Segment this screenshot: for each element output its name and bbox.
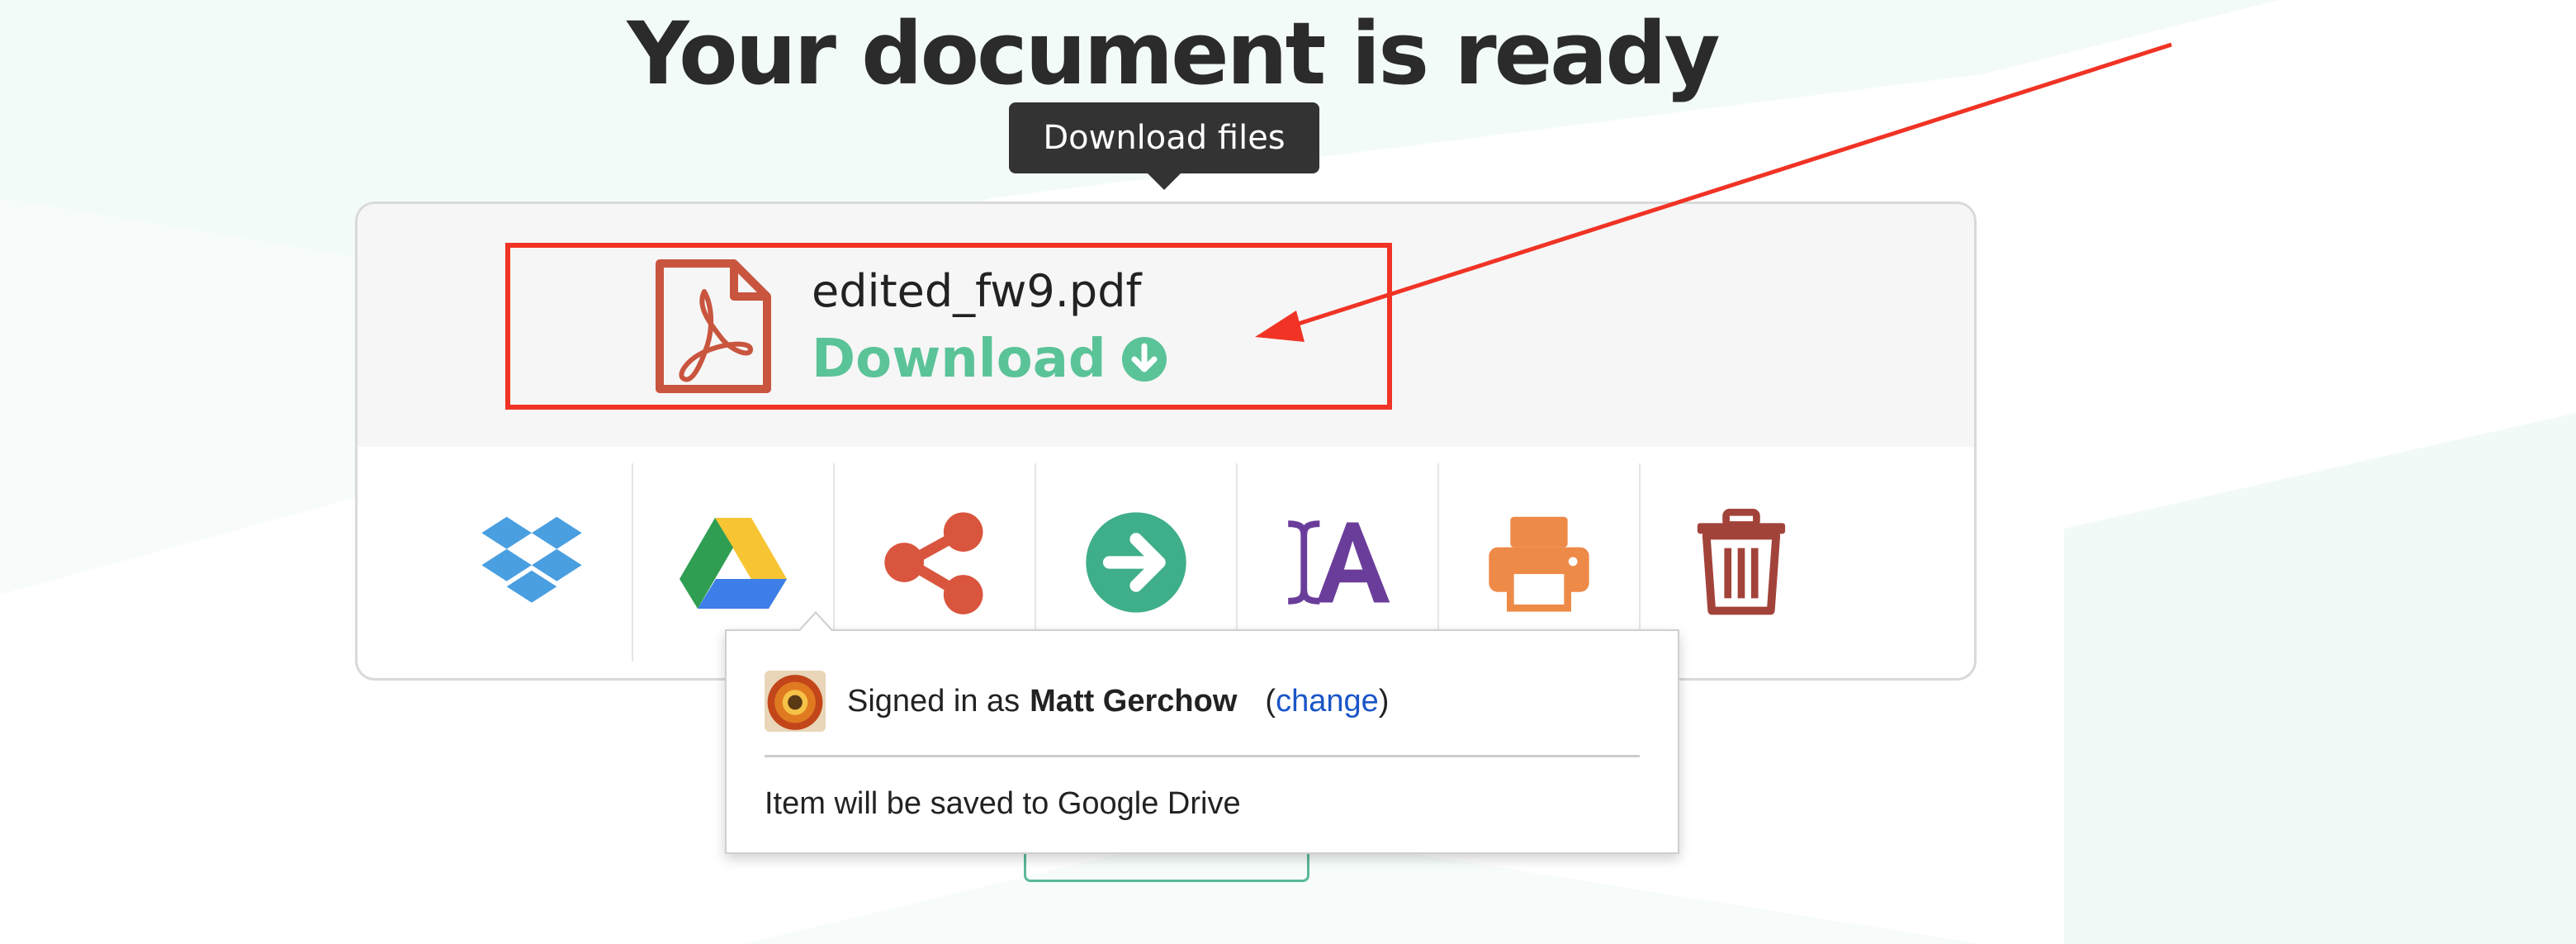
save-destination-message: Item will be saved to Google Drive (765, 786, 1241, 821)
dropbox-icon (481, 516, 582, 603)
document-card: edited_fw9.pdf Download (355, 202, 1977, 681)
page-title: Your document is ready (627, 3, 1720, 104)
share-icon (884, 512, 983, 614)
trash-icon (1697, 509, 1786, 615)
popup-divider (765, 755, 1640, 757)
font-edit-icon (1288, 520, 1390, 605)
pdf-file-icon (656, 259, 771, 393)
google-drive-popup: Signed in as Matt Gerchow (change) Item … (725, 611, 1679, 854)
download-link[interactable]: Download (812, 326, 1167, 392)
signed-in-prefix: Signed in as (847, 683, 1020, 719)
signed-in-row: Signed in as Matt Gerchow (change) (765, 671, 1389, 732)
arrow-right-icon (1086, 512, 1186, 613)
save-to-dropbox-button[interactable] (432, 463, 633, 662)
avatar (765, 671, 826, 732)
file-name: edited_fw9.pdf (812, 265, 1142, 317)
download-label: Download (812, 329, 1106, 390)
google-drive-icon (680, 518, 787, 609)
download-files-tooltip: Download files (1009, 102, 1319, 190)
file-download-panel (358, 204, 1974, 447)
download-circle-icon (1121, 337, 1167, 382)
change-account-wrapper: (change) (1265, 683, 1390, 719)
user-name: Matt Gerchow (1030, 683, 1238, 719)
change-account-link[interactable]: change (1276, 684, 1379, 719)
printer-icon (1489, 516, 1589, 612)
